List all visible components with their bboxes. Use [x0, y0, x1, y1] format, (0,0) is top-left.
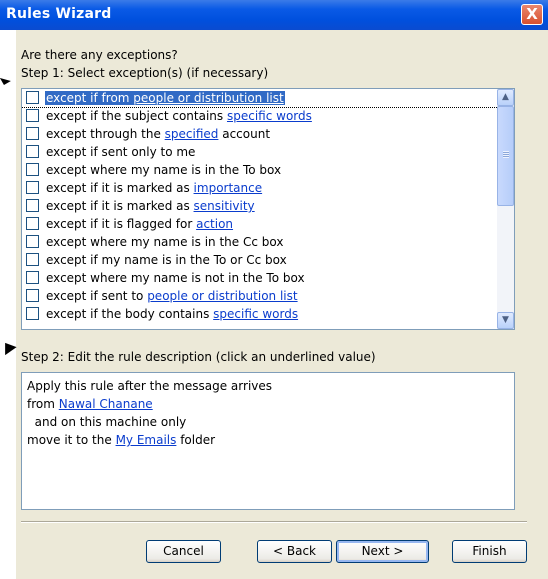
description-text: move it to the [27, 433, 116, 447]
exception-checkbox[interactable] [26, 235, 39, 248]
description-text: from [27, 397, 59, 411]
exception-value-link[interactable]: action [196, 217, 233, 231]
exception-label: except if it is flagged for action [45, 217, 234, 231]
exception-text: except if sent to [46, 289, 148, 303]
exception-label: except where my name is in the Cc box [45, 235, 284, 249]
exception-checkbox[interactable] [26, 217, 39, 230]
exception-label: except through the specified account [45, 127, 271, 141]
exception-list-item[interactable]: except where my name is not in the To bo… [22, 269, 514, 287]
exception-checkbox[interactable] [26, 91, 39, 104]
exception-checkbox[interactable] [26, 109, 39, 122]
cancel-button[interactable]: Cancel [146, 540, 221, 563]
exception-list-item[interactable]: except if sent to people or distribution… [22, 287, 514, 305]
exception-text: except where my name is in the Cc box [46, 235, 284, 249]
grip-icon [503, 151, 509, 158]
exception-checkbox[interactable] [26, 199, 39, 212]
exception-list-item[interactable]: except if the subject contains specific … [22, 107, 514, 125]
description-line: and on this machine only [27, 415, 187, 429]
target-folder-link[interactable]: My Emails [116, 433, 177, 447]
exception-text: except if it is marked as [46, 199, 194, 213]
back-button[interactable]: < Back [257, 540, 332, 563]
exception-label: except if the body contains specific wor… [45, 307, 299, 321]
exception-value-link[interactable]: sensitivity [194, 199, 255, 213]
exception-value-link[interactable]: importance [194, 181, 263, 195]
rules-wizard-window: Rules Wizard X Are there any exceptions?… [0, 0, 548, 579]
exception-text: except where my name is not in the To bo… [46, 271, 305, 285]
title-bar[interactable]: Rules Wizard X [0, 0, 548, 30]
exception-label: except where my name is not in the To bo… [45, 271, 306, 285]
exception-label: except if my name is in the To or Cc box [45, 253, 288, 267]
exception-checkbox[interactable] [26, 307, 39, 320]
exceptions-question: Are there any exceptions? [21, 48, 178, 62]
exception-value-link[interactable]: people or distribution list [147, 289, 297, 303]
scroll-thumb[interactable] [497, 106, 514, 206]
exception-text: except if it is marked as [46, 181, 194, 195]
exception-label: except if from people or distribution li… [45, 91, 285, 105]
exception-text: except if the body contains [46, 307, 214, 321]
left-margin-strip [0, 30, 16, 579]
exception-text: except if from [46, 91, 134, 105]
exception-label: except where my name is in the To box [45, 163, 282, 177]
exception-list-item[interactable]: except if it is marked as importance [22, 179, 514, 197]
exception-label: except if it is marked as importance [45, 181, 263, 195]
exception-checkbox[interactable] [26, 181, 39, 194]
exception-label: except if sent to people or distribution… [45, 289, 299, 303]
description-line: move it to the My Emails folder [27, 431, 509, 449]
exception-text: account [218, 127, 271, 141]
chevron-up-icon: ▲ [502, 92, 509, 102]
exception-checkbox[interactable] [26, 289, 39, 302]
exception-checkbox[interactable] [26, 271, 39, 284]
close-button[interactable]: X [521, 4, 543, 25]
exception-checkbox[interactable] [26, 127, 39, 140]
rule-description-box: Apply this rule after the message arrive… [21, 372, 515, 510]
exception-list-item[interactable]: except through the specified account [22, 125, 514, 143]
exception-text: except if the subject contains [46, 109, 227, 123]
chevron-down-icon: ▼ [502, 315, 509, 325]
close-icon: X [526, 5, 538, 23]
scroll-down-button[interactable]: ▼ [497, 312, 514, 329]
exception-value-link[interactable]: specific words [227, 109, 312, 123]
exception-list-item[interactable]: except where my name is in the To box [22, 161, 514, 179]
exception-checkbox[interactable] [26, 145, 39, 158]
exception-list-item[interactable]: except if my name is in the To or Cc box [22, 251, 514, 269]
exception-value-link[interactable]: specified [165, 127, 219, 141]
exceptions-listbox[interactable]: except if from people or distribution li… [21, 88, 515, 330]
exception-list-item[interactable]: except where my name is in the Cc box [22, 233, 514, 251]
window-title: Rules Wizard [6, 6, 112, 22]
exception-text: except if my name is in the To or Cc box [46, 253, 287, 267]
exception-value-link[interactable]: specific words [213, 307, 298, 321]
from-sender-link[interactable]: Nawal Chanane [59, 397, 153, 411]
exception-text: except if it is flagged for [46, 217, 197, 231]
exception-list-item[interactable]: except if sent only to me [22, 143, 514, 161]
button-separator [21, 521, 527, 523]
exception-list-item[interactable]: except if from people or distribution li… [22, 89, 514, 108]
exception-checkbox[interactable] [26, 253, 39, 266]
exception-text: except where my name is in the To box [46, 163, 282, 177]
finish-button[interactable]: Finish [452, 540, 527, 563]
description-line: Apply this rule after the message arrive… [27, 379, 273, 393]
exception-value-link[interactable]: people or distribution list [133, 91, 283, 105]
exception-label: except if it is marked as sensitivity [45, 199, 256, 213]
exceptions-scrollbar[interactable]: ▲ ▼ [497, 89, 514, 329]
step1-label: Step 1: Select exception(s) (if necessar… [21, 66, 269, 80]
exception-text: except if sent only to me [46, 145, 196, 159]
next-button[interactable]: Next > [336, 540, 429, 563]
exception-list-item[interactable]: except if it is marked as sensitivity [22, 197, 514, 215]
exception-checkbox[interactable] [26, 163, 39, 176]
exception-list-item[interactable]: except if it is flagged for action [22, 215, 514, 233]
exception-list-item[interactable]: except if the body contains specific wor… [22, 305, 514, 323]
exception-text: except through the [46, 127, 165, 141]
step2-label: Step 2: Edit the rule description (click… [21, 350, 376, 364]
scroll-up-button[interactable]: ▲ [497, 89, 514, 106]
description-text: folder [176, 433, 216, 447]
exception-label: except if sent only to me [45, 145, 196, 159]
description-line: from Nawal Chanane [27, 395, 509, 413]
exception-label: except if the subject contains specific … [45, 109, 313, 123]
